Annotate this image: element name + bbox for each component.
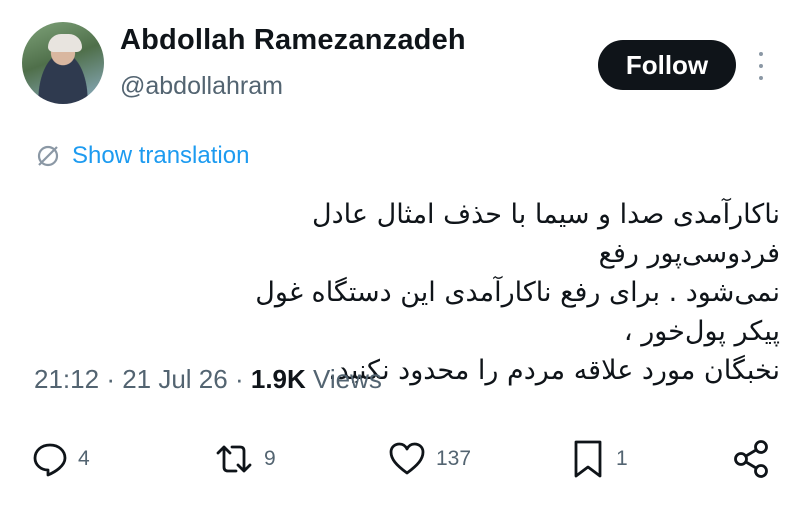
translate-icon (37, 145, 59, 167)
repost-button[interactable]: 9 (212, 434, 276, 484)
bookmark-icon (574, 440, 602, 478)
repost-count: 9 (264, 447, 276, 470)
tweet-line: ناکارآمدی صدا و سیما با حذف امثال عادل ف… (312, 199, 780, 269)
reply-button[interactable]: 4 (30, 434, 90, 484)
more-icon[interactable] (751, 52, 771, 80)
reply-icon (33, 443, 67, 477)
repost-icon (216, 445, 252, 473)
share-button[interactable] (730, 434, 774, 484)
avatar[interactable] (22, 22, 104, 104)
like-count: 137 (436, 447, 472, 470)
tweet-time[interactable]: 21:12 (34, 364, 99, 394)
views-count: 1.9K (250, 364, 306, 394)
tweet-meta: 21:12 · 21 Jul 26 · 1.9K Views (34, 364, 382, 395)
tweet-line: نمی‌شود . برای رفع ناکارآمدی این دستگاه … (255, 277, 780, 347)
follow-button[interactable]: Follow (598, 40, 736, 90)
reply-count: 4 (78, 447, 90, 470)
show-translation-label: Show translation (72, 142, 250, 169)
show-translation-link[interactable]: Show translation (34, 142, 249, 170)
heart-icon (389, 442, 425, 475)
author-name[interactable]: Abdollah Ramezanzadeh (120, 24, 466, 57)
separator-dot: · (234, 364, 251, 394)
tweet-text: ناکارآمدی صدا و سیما با حذف امثال عادل ف… (240, 195, 780, 390)
bookmark-count: 1 (616, 447, 628, 470)
separator-dot: · (106, 364, 123, 394)
action-bar: 4 9 137 1 (0, 434, 800, 484)
tweet-date[interactable]: 21 Jul 26 (122, 364, 228, 394)
bookmark-button[interactable]: 1 (568, 434, 628, 484)
avatar-hair (48, 34, 82, 52)
share-icon (734, 440, 768, 478)
views-label: Views (313, 364, 382, 394)
author-handle[interactable]: @abdollahram (120, 72, 283, 101)
like-button[interactable]: 137 (386, 434, 471, 484)
